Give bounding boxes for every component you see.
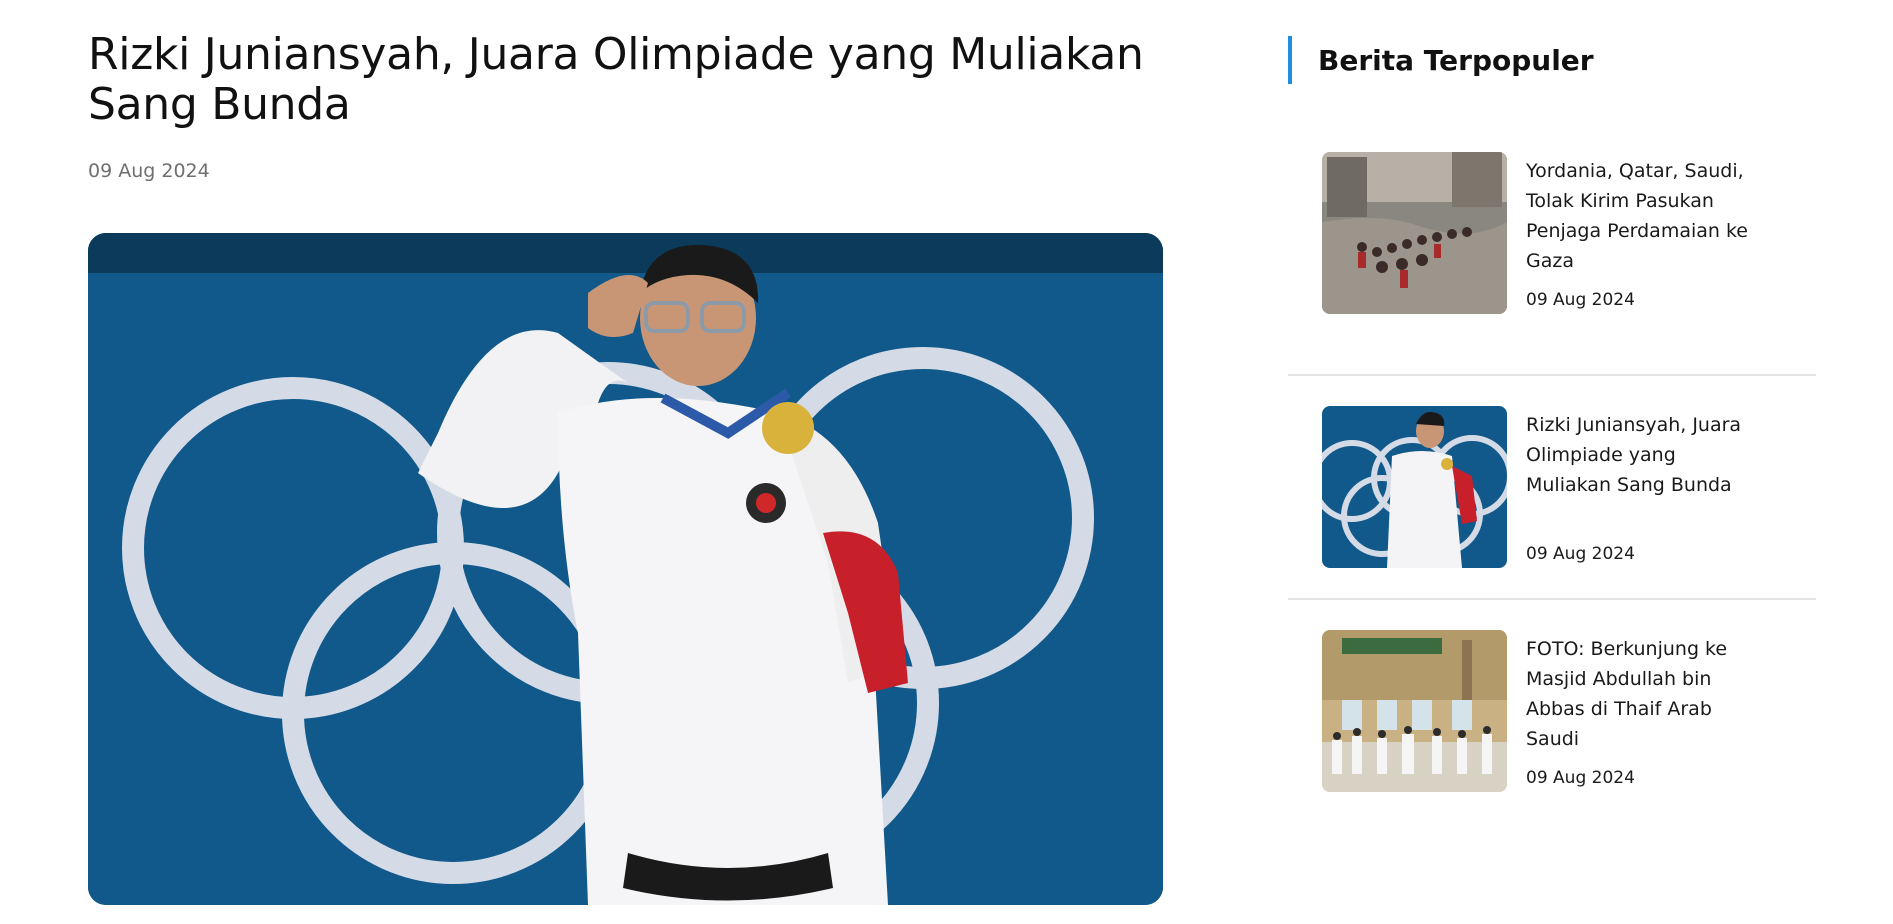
popular-news-list: Yordania, Qatar, Saudi, Tolak Kirim Pasu…	[1288, 152, 1816, 824]
hero-image	[88, 233, 1163, 905]
sidebar-header: Berita Terpopuler	[1288, 36, 1816, 84]
news-title[interactable]: Rizki Juniansyah, Juara Olimpiade yang M…	[1526, 410, 1766, 500]
news-item[interactable]: FOTO: Berkunjung ke Masjid Abdullah bin …	[1288, 600, 1816, 824]
news-thumbnail[interactable]	[1322, 630, 1507, 792]
news-item[interactable]: Rizki Juniansyah, Juara Olimpiade yang M…	[1288, 376, 1816, 600]
news-item[interactable]: Yordania, Qatar, Saudi, Tolak Kirim Pasu…	[1288, 152, 1816, 376]
news-date: 09 Aug 2024	[1526, 768, 1635, 788]
article-date: 09 Aug 2024	[88, 160, 210, 182]
page: Rizki Juniansyah, Juara Olimpiade yang M…	[0, 0, 1893, 924]
news-title[interactable]: Yordania, Qatar, Saudi, Tolak Kirim Pasu…	[1526, 156, 1766, 276]
news-thumbnail[interactable]	[1322, 406, 1507, 568]
sidebar-accent-bar	[1288, 36, 1292, 84]
news-title[interactable]: FOTO: Berkunjung ke Masjid Abdullah bin …	[1526, 634, 1766, 754]
news-date: 09 Aug 2024	[1526, 544, 1635, 564]
news-thumbnail[interactable]	[1322, 152, 1507, 314]
article: Rizki Juniansyah, Juara Olimpiade yang M…	[88, 29, 1168, 905]
popular-news-sidebar: Berita Terpopuler Yordania, Qatar, Saudi…	[1288, 36, 1816, 824]
news-date: 09 Aug 2024	[1526, 290, 1635, 310]
sidebar-title: Berita Terpopuler	[1318, 43, 1594, 77]
article-title: Rizki Juniansyah, Juara Olimpiade yang M…	[88, 29, 1144, 130]
